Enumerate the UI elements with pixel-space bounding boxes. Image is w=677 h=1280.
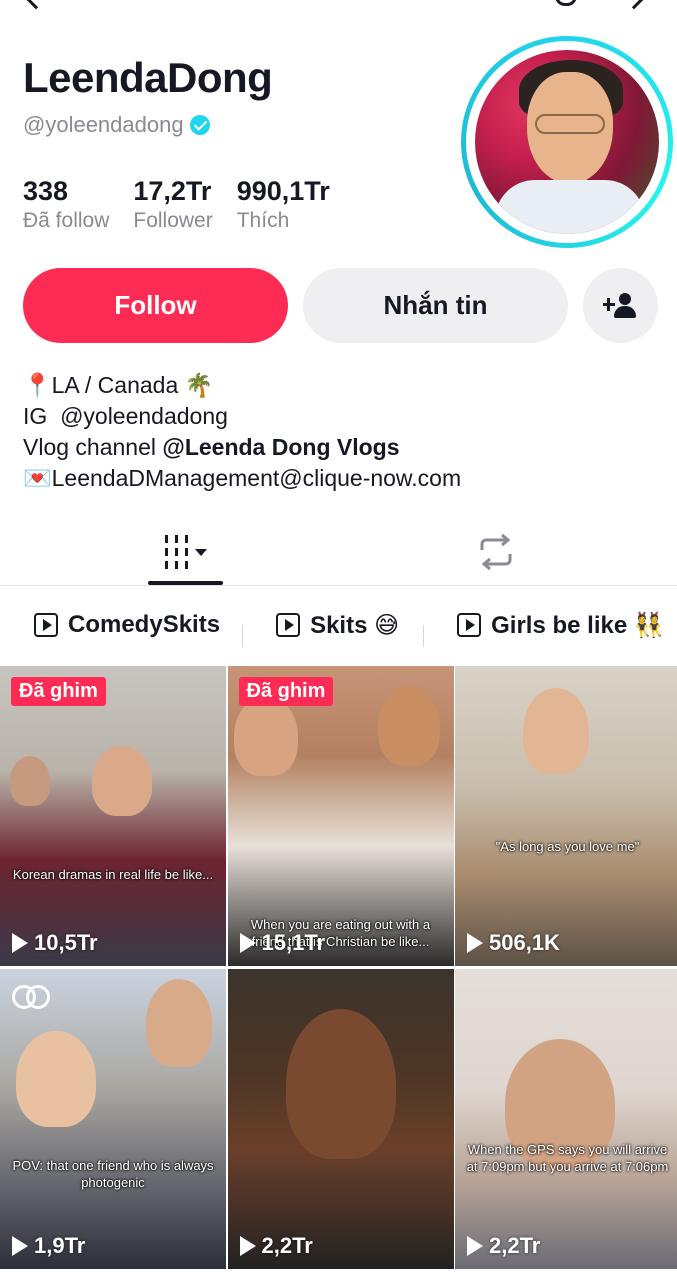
- playlist-label: ComedySkits: [68, 611, 221, 638]
- play-icon: [467, 933, 483, 953]
- pinned-badge: Đã ghim: [11, 677, 106, 706]
- stat-label: Đã follow: [23, 209, 110, 232]
- bio-ig-prefix: IG: [23, 403, 48, 429]
- username: @yoleendadong: [23, 112, 210, 138]
- video-grid-icon: [164, 535, 188, 569]
- video-thumbnail[interactable]: Đã ghim Korean dramas in real life be li…: [0, 666, 226, 966]
- view-count-text: 15,1Tr: [261, 930, 326, 955]
- thumbnail-person: [10, 756, 50, 806]
- play-icon: [12, 1236, 28, 1256]
- stat-following[interactable]: 338 Đã follow: [23, 176, 109, 233]
- video-thumbnail[interactable]: POV: that one friend who is always photo…: [0, 969, 226, 1269]
- bio-vlog: Vlog channel @Leenda Dong Vlogs: [23, 432, 461, 463]
- thumbnail-person: [146, 979, 212, 1067]
- add-friend-icon: [602, 291, 639, 321]
- back-arrow-icon[interactable]: [24, 0, 48, 10]
- notification-bell-icon[interactable]: [555, 0, 577, 6]
- playlist-label: Girls be like 👯: [491, 611, 664, 639]
- top-bar: [0, 0, 677, 14]
- chevron-down-icon: [194, 548, 207, 556]
- playlist-item[interactable]: Skits 😅: [242, 611, 423, 647]
- pinned-badge: Đã ghim: [238, 677, 334, 706]
- video-thumbnail[interactable]: "As long as you love me" 506,1K: [455, 666, 677, 966]
- playlist-item[interactable]: Girls be like 👯: [423, 611, 677, 647]
- view-count: 1,9Tr: [12, 1233, 85, 1259]
- bio-instagram: IG @yoleendadong: [23, 401, 461, 432]
- suggest-accounts-button[interactable]: [583, 268, 658, 343]
- collab-icon: [12, 985, 52, 1011]
- bio-vlog-channel-link[interactable]: @Leenda Dong Vlogs: [162, 434, 399, 460]
- video-thumbnail[interactable]: 2,2Tr: [227, 969, 454, 1269]
- avatar-shirt: [495, 180, 645, 234]
- thumbnail-person: [92, 746, 152, 816]
- thumbnail-person: [233, 696, 298, 776]
- stat-label: Follower: [133, 209, 213, 232]
- avatar-glasses: [535, 114, 605, 134]
- playlist-row: ComedySkits Skits 😅 Girls be like 👯: [0, 600, 677, 650]
- playlist-icon: [276, 613, 301, 637]
- thumbnail-person: [285, 1009, 396, 1159]
- view-count-text: 2,2Tr: [261, 1233, 313, 1258]
- stat-value: 17,2Tr: [133, 176, 212, 206]
- view-count: 2,2Tr: [467, 1233, 540, 1259]
- repost-icon: [480, 533, 512, 571]
- video-caption: When the GPS says you will arrive at 7:0…: [466, 1142, 669, 1174]
- view-count: 15,1Tr: [239, 930, 326, 956]
- active-tab-indicator: [148, 581, 223, 585]
- username-text: @yoleendadong: [23, 112, 184, 137]
- playlist-icon: [34, 613, 58, 637]
- play-icon: [239, 933, 256, 953]
- video-grid: Đã ghim Korean dramas in real life be li…: [0, 666, 677, 1269]
- view-count-text: 10,5Tr: [34, 930, 98, 955]
- thumbnail-person: [16, 1031, 96, 1127]
- view-count-text: 2,2Tr: [489, 1233, 541, 1258]
- profile-stats: 338 Đã follow 17,2Tr Follower 990,1Tr Th…: [23, 176, 330, 233]
- verified-badge-icon: [189, 115, 210, 135]
- thumbnail-person: [523, 688, 589, 774]
- playlist-label: Skits 😅: [310, 611, 400, 639]
- bio-vlog-prefix: Vlog channel: [23, 434, 156, 460]
- bio-ig-handle: @yoleendadong: [60, 403, 228, 429]
- follow-button[interactable]: Follow: [23, 268, 288, 343]
- view-count-text: 506,1K: [489, 930, 560, 955]
- stat-label: Thích: [236, 209, 290, 232]
- stat-value: 990,1Tr: [236, 176, 330, 206]
- bio-email: 💌LeendaDManagement@clique-now.com: [23, 465, 462, 491]
- playlist-icon: [457, 613, 482, 637]
- video-caption: "As long as you love me": [495, 839, 640, 854]
- avatar-frame: [466, 41, 668, 243]
- play-icon: [467, 1236, 483, 1256]
- thumbnail-person: [377, 686, 440, 766]
- playlist-item[interactable]: ComedySkits: [0, 611, 242, 639]
- display-name: LeendaDong: [23, 54, 273, 101]
- profile-tabs: [0, 518, 677, 586]
- play-icon: [12, 933, 28, 953]
- avatar[interactable]: [461, 36, 673, 248]
- bio-location: 📍LA / Canada 🌴: [23, 372, 214, 398]
- stat-value: 338: [23, 176, 69, 206]
- view-count-text: 1,9Tr: [34, 1233, 86, 1258]
- view-count: 2,2Tr: [239, 1233, 313, 1259]
- view-count: 10,5Tr: [12, 930, 98, 956]
- profile-bio: 📍LA / Canada 🌴 IG @yoleendadong Vlog cha…: [23, 370, 461, 494]
- avatar-image: [475, 50, 659, 234]
- video-thumbnail[interactable]: Đã ghim When you are eating out with a f…: [227, 666, 454, 966]
- tab-reposts[interactable]: [474, 530, 518, 574]
- view-count: 506,1K: [467, 930, 560, 956]
- video-thumbnail[interactable]: When the GPS says you will arrive at 7:0…: [455, 969, 677, 1269]
- tab-videos[interactable]: [148, 518, 223, 586]
- share-arrow-icon[interactable]: [622, 0, 646, 10]
- stat-followers[interactable]: 17,2Tr Follower: [133, 176, 212, 233]
- video-caption: Korean dramas in real life be like...: [12, 867, 214, 882]
- message-button[interactable]: Nhắn tin: [303, 268, 568, 343]
- play-icon: [239, 1236, 256, 1256]
- stat-likes[interactable]: 990,1Tr Thích: [237, 176, 330, 233]
- video-caption: POV: that one friend who is always photo…: [12, 1158, 214, 1190]
